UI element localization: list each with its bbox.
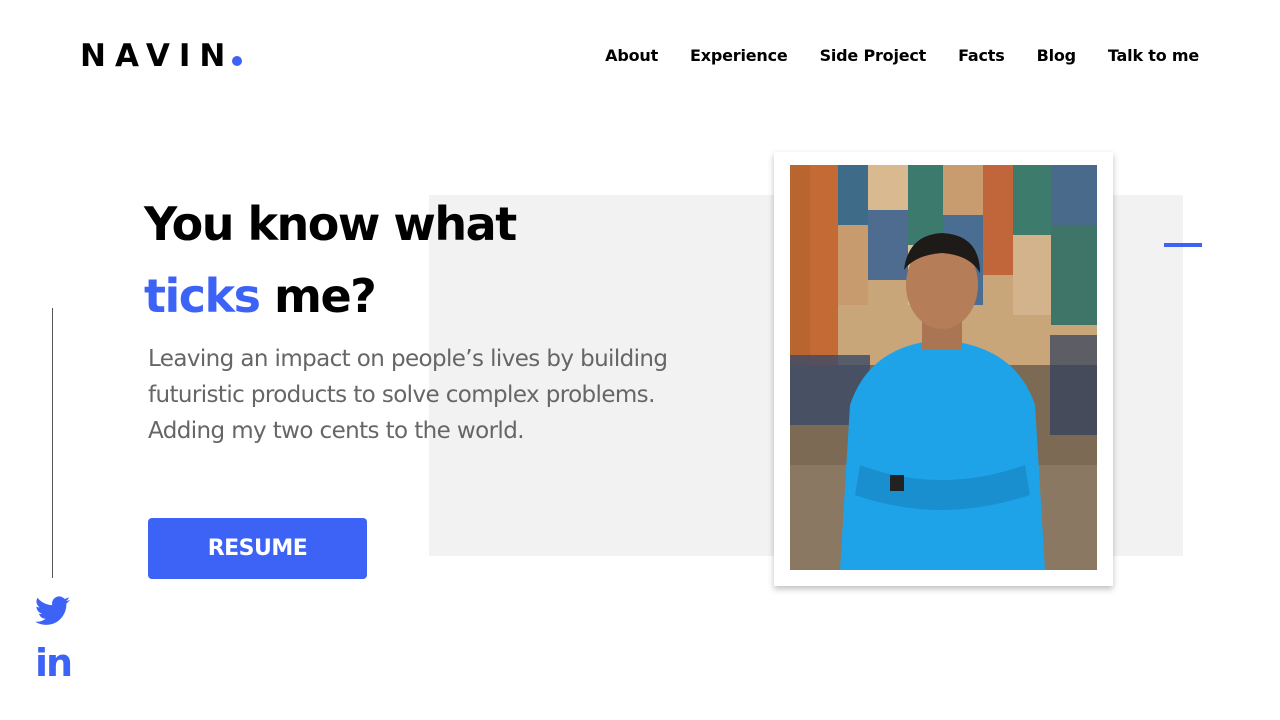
- linkedin-icon[interactable]: in: [35, 644, 73, 682]
- hero-description: Leaving an impact on people’s lives by b…: [148, 346, 668, 444]
- nav-talk-to-me[interactable]: Talk to me: [1108, 46, 1199, 65]
- headline-accent: ticks: [144, 269, 261, 323]
- headline-line1: You know what: [144, 197, 517, 251]
- headline-rest: me?: [259, 269, 377, 323]
- main-nav: About Experience Side Project Facts Blog…: [573, 46, 1199, 65]
- profile-photo: [790, 165, 1097, 570]
- resume-button[interactable]: RESUME: [148, 518, 367, 579]
- accent-dash: [1164, 243, 1202, 247]
- profile-photo-frame: [774, 152, 1113, 586]
- nav-side-project[interactable]: Side Project: [820, 46, 927, 65]
- logo[interactable]: NAVIN: [80, 38, 243, 74]
- nav-blog[interactable]: Blog: [1037, 46, 1077, 65]
- social-divider: [52, 308, 53, 578]
- nav-facts[interactable]: Facts: [958, 46, 1005, 65]
- twitter-icon[interactable]: [35, 596, 70, 626]
- logo-dot: [232, 56, 243, 66]
- logo-text: NAVIN: [80, 38, 235, 74]
- hero-headline: You know what ticks me?: [144, 188, 517, 332]
- twitter-icon-svg: [35, 596, 70, 625]
- nav-about[interactable]: About: [605, 46, 658, 65]
- nav-experience[interactable]: Experience: [690, 46, 788, 65]
- profile-photo-illustration: [790, 165, 1097, 570]
